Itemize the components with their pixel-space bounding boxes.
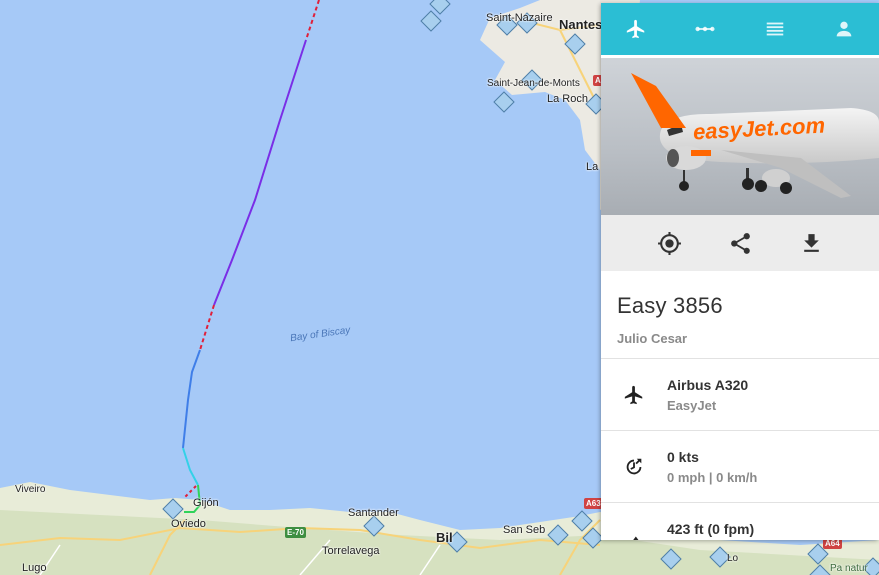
airport-marker — [493, 91, 515, 113]
aircraft-type: Airbus A320 — [667, 376, 749, 393]
tab-flight[interactable] — [601, 3, 671, 55]
info-row-aircraft[interactable]: Airbus A320 EasyJet — [601, 359, 879, 431]
locate-icon — [657, 231, 681, 255]
map-label-san-sebastian: San Seb — [503, 524, 546, 536]
info-row-altitude[interactable]: 423 ft (0 fpm) — [601, 503, 879, 540]
flight-header: Easy 3856 Julio Cesar — [601, 271, 879, 359]
locate-button[interactable] — [657, 231, 682, 256]
road-badge-e70: E-70 — [285, 527, 306, 538]
map-label-santander: Santander — [348, 507, 399, 519]
ground-speed-other-units: 0 mph | 0 km/h — [667, 469, 758, 485]
airport-marker — [429, 0, 451, 15]
ground-speed-kts: 0 kts — [667, 448, 699, 465]
tab-list[interactable] — [740, 3, 810, 55]
panel-tab-bar — [601, 3, 879, 59]
road-badge-a63: A63 — [584, 498, 603, 509]
altitude-value: 423 ft (0 fpm) — [667, 521, 755, 537]
map-label-parc-natur: Pa natur — [830, 563, 868, 574]
map-label-nantes: Nantes — [559, 17, 603, 32]
map-label-torrelavega: Torrelavega — [322, 545, 380, 557]
tab-route[interactable] — [671, 3, 741, 55]
track-dashed-mid — [199, 304, 215, 351]
map-label-lugo: Lugo — [22, 562, 47, 574]
map-label-la: La — [586, 161, 599, 173]
tab-profile[interactable] — [810, 3, 879, 55]
flight-title: Easy 3856 — [617, 293, 723, 318]
airline-name: EasyJet — [667, 397, 717, 413]
map-label-lo: Lo — [727, 553, 739, 564]
download-button[interactable] — [799, 231, 824, 256]
share-button[interactable] — [728, 231, 753, 256]
share-icon — [730, 232, 750, 254]
panel-action-bar — [601, 215, 879, 271]
person-icon — [836, 21, 852, 37]
map-label-saint-jean-de-monts: Saint-Jean-de-Monts — [487, 78, 580, 89]
speed-icon — [626, 458, 642, 474]
track-cyan — [182, 447, 199, 486]
aircraft-name: Julio Cesar — [617, 331, 688, 346]
map-label-gijon: Gijón — [193, 497, 219, 509]
map-label-bilbao: Bil — [436, 530, 453, 545]
track-dashed-top — [305, 0, 320, 41]
map-label-oviedo: Oviedo — [171, 518, 206, 530]
info-row-speed[interactable]: 0 kts 0 mph | 0 km/h — [601, 431, 879, 503]
download-icon — [803, 233, 819, 252]
flight-info-panel: easyJet.com Easy 3856 Julio Cesar Airbus… — [601, 3, 879, 540]
track-purple — [213, 39, 307, 306]
airplane-icon — [624, 385, 643, 404]
airport-marker — [420, 10, 442, 32]
map-label-la-roche: La Roch — [547, 93, 588, 105]
aircraft-photo[interactable]: easyJet.com — [601, 55, 879, 215]
map-label-saint-nazaire: Saint-Nazaire — [486, 12, 553, 24]
altitude-icon — [633, 536, 639, 540]
list-icon — [766, 22, 783, 36]
route-icon — [695, 26, 715, 32]
track-blue — [182, 349, 201, 449]
airplane-icon — [626, 19, 644, 39]
map-label-viveiro: Viveiro — [15, 484, 46, 495]
